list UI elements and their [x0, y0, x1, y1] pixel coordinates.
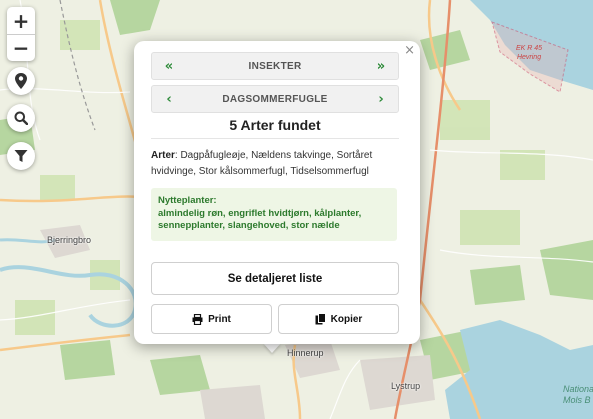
zone-label-line1: EK R 45	[516, 45, 543, 52]
park-label-line1: Nationa	[563, 384, 593, 394]
map-pin-icon	[15, 73, 27, 89]
copy-icon	[315, 313, 326, 325]
results-heading: 5 Arter fundet	[229, 117, 321, 133]
popup-tip	[263, 343, 281, 353]
host-plants-text: almindelig røn, engriflet hvidtjørn, kål…	[158, 207, 362, 232]
printer-icon	[192, 313, 203, 325]
national-park-label: Nationa Mols B	[563, 384, 593, 406]
print-button[interactable]: Print	[151, 304, 272, 334]
zoom-control: + −	[7, 7, 35, 61]
zoom-out-button[interactable]: −	[7, 34, 35, 61]
detail-list-button[interactable]: Se detaljeret liste	[151, 262, 399, 295]
zoom-in-button[interactable]: +	[7, 7, 35, 34]
species-popup: × « INSEKTER » ‹ DAGSOMMERFUGLE › 5 Arte…	[134, 41, 420, 344]
copy-button[interactable]: Kopier	[278, 304, 399, 334]
place-label-bjerringbro: Bjerringbro	[47, 235, 92, 245]
subcategory-next-button[interactable]: ›	[364, 92, 398, 107]
locate-button[interactable]	[7, 67, 35, 95]
species-list-label: Arter	[151, 150, 175, 161]
filter-button[interactable]	[7, 142, 35, 170]
military-zone-label: EK R 45 Hevring	[516, 44, 542, 62]
host-plants-box: Nytteplanter: almindelig røn, engriflet …	[151, 188, 397, 241]
species-list-text: : Dagpåfugleøje, Nældens takvinge, Sortå…	[151, 150, 373, 177]
category-next-button[interactable]: »	[364, 59, 398, 74]
zone-label-line2: Hevring	[516, 54, 542, 61]
close-icon[interactable]: ×	[404, 43, 415, 58]
subcategory-label: DAGSOMMERFUGLE	[222, 93, 328, 105]
place-label-hinnerup: Hinnerup	[287, 348, 324, 358]
search-icon	[14, 111, 28, 125]
print-button-label: Print	[208, 313, 231, 325]
category-nav: « INSEKTER »	[151, 52, 399, 80]
subcategory-prev-button[interactable]: ‹	[152, 92, 186, 107]
species-list: Arter: Dagpåfugleøje, Nældens takvinge, …	[151, 148, 403, 180]
category-label: INSEKTER	[248, 60, 302, 72]
divider	[151, 138, 399, 139]
subcategory-nav: ‹ DAGSOMMERFUGLE ›	[151, 85, 399, 113]
category-prev-button[interactable]: «	[152, 59, 186, 74]
copy-button-label: Kopier	[330, 313, 363, 325]
place-label-lystrup: Lystrup	[391, 381, 421, 391]
search-button[interactable]	[7, 104, 35, 132]
filter-icon	[14, 150, 28, 162]
park-label-line2: Mols B	[563, 395, 591, 405]
host-plants-label: Nytteplanter:	[158, 195, 217, 206]
